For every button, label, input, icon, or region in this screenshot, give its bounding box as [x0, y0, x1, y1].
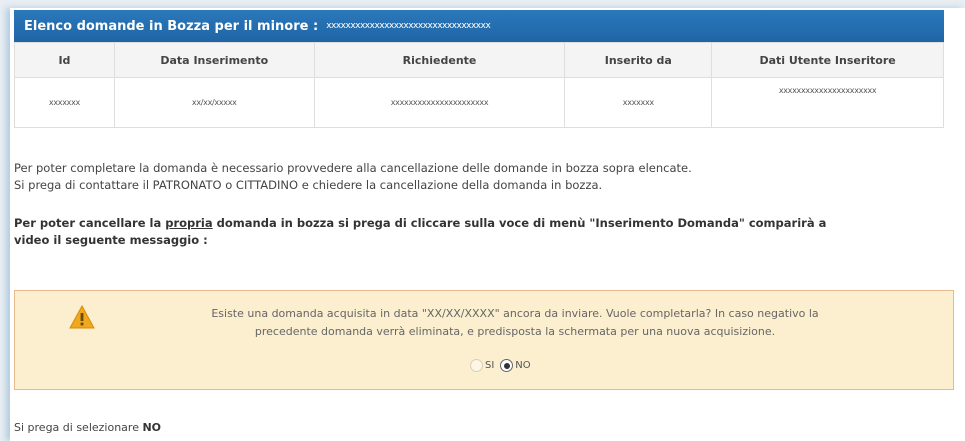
table-row[interactable]: xxxxxxx xx/xx/xxxxx xxxxxxxxxxxxxxxxxxxx…: [14, 77, 944, 128]
info-line-1: Per poter completare la domanda è necess…: [14, 161, 692, 175]
column-header-data-inserimento: Data Inserimento: [113, 42, 315, 78]
footer-prefix: Si prega di selezionare: [14, 421, 143, 434]
draft-applications-table: Id Data Inserimento Richiedente Inserito…: [14, 42, 944, 128]
table-header-row: Id Data Inserimento Richiedente Inserito…: [14, 42, 944, 78]
instruction-part-2: domanda in bozza si prega di cliccare su…: [212, 216, 827, 230]
alert-line-1: Esiste una domanda acquisita in data "XX…: [211, 307, 819, 320]
column-header-inserito-da: Inserito da: [564, 42, 713, 78]
column-header-richiedente: Richiedente: [313, 42, 566, 78]
panel-title: Elenco domande in Bozza per il minore :: [24, 18, 319, 34]
instruction-underlined: propria: [165, 216, 213, 230]
draft-list-header: Elenco domande in Bozza per il minore : …: [14, 10, 944, 42]
alert-message: Esiste una domanda acquisita in data "XX…: [105, 305, 925, 341]
instruction-part-1: Per poter cancellare la: [14, 216, 166, 230]
warning-alert-box: Esiste una domanda acquisita in data "XX…: [14, 290, 954, 390]
info-line-2: Si prega di contattare il PATRONATO o CI…: [14, 178, 603, 192]
warning-icon: [69, 305, 95, 329]
instruction-message: Per poter cancellare la propria domanda …: [14, 215, 826, 249]
footer-emphasis: NO: [142, 421, 162, 434]
radio-no-label: NO: [515, 360, 531, 371]
select-no-note: Si prega di selezionare NO: [14, 421, 161, 434]
minor-name-masked: xxxxxxxxxxxxxxxxxxxxxxxxxxxxxxxxxx: [326, 21, 491, 31]
instruction-line-1: Per poter cancellare la propria domanda …: [14, 215, 826, 232]
instruction-line-2: video il seguente messaggio :: [14, 233, 208, 247]
cell-dati-utente: xxxxxxxxxxxxxxxxxxxxxx: [711, 77, 944, 128]
cell-inserito-da: xxxxxxx: [564, 77, 713, 128]
alert-line-2: precedente domanda verrà eliminata, e pr…: [254, 325, 776, 338]
column-header-id: Id: [14, 42, 115, 78]
si-no-radio-group: SI NO: [470, 359, 531, 372]
radio-si-label: SI: [485, 360, 495, 371]
cell-id: xxxxxxx: [14, 77, 115, 128]
info-message: Per poter completare la domanda è necess…: [14, 160, 692, 194]
radio-no[interactable]: [500, 359, 514, 372]
cell-data-inserimento: xx/xx/xxxxx: [113, 77, 315, 128]
column-header-dati-utente: Dati Utente Inseritore: [711, 42, 944, 78]
cell-richiedente: xxxxxxxxxxxxxxxxxxxxxx: [313, 77, 566, 128]
radio-si[interactable]: [470, 359, 483, 372]
